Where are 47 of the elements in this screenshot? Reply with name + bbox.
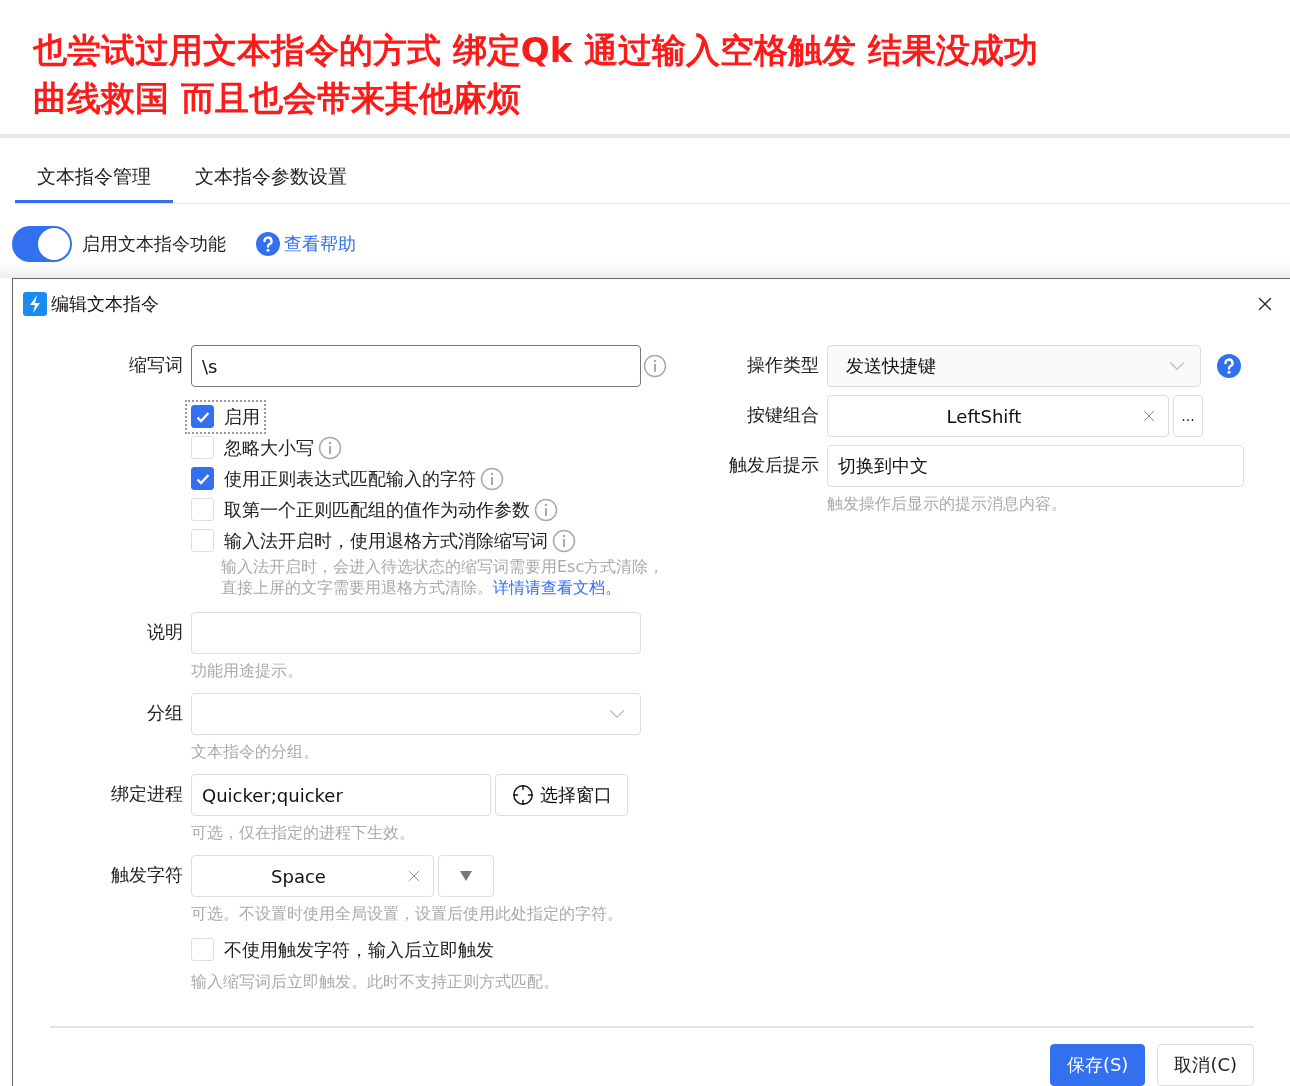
field-label: 操作类型 bbox=[746, 353, 819, 377]
hotkey-field[interactable]: LeftShift bbox=[827, 395, 1169, 437]
field-label: 说明 bbox=[146, 620, 183, 644]
dialog-title: 编辑文本指令 bbox=[51, 292, 159, 316]
description-field[interactable] bbox=[191, 612, 641, 654]
annotation-caption: 也尝试过用文本指令的方式 绑定Qk 通过输入空格触发 结果没成功 曲线救国 而且也会带来其他麻烦 bbox=[0, 0, 1290, 138]
checkbox[interactable]: 取第一个正则匹配组的值作为动作参数 bbox=[187, 494, 534, 525]
toggle-switch[interactable] bbox=[12, 226, 72, 262]
more-button[interactable]: ... bbox=[1173, 395, 1203, 437]
checkbox[interactable]: 使用正则表达式匹配输入的字符 bbox=[187, 463, 480, 494]
field-hint: 输入缩写词后立即触发。此时不支持正则方式匹配。 bbox=[191, 971, 560, 992]
field-label: 缩写词 bbox=[128, 353, 183, 377]
crosshair-icon bbox=[511, 784, 534, 806]
abbreviation-field[interactable]: \s bbox=[191, 345, 641, 387]
options-hint: 输入法开启时，会进入待选状态的缩写词需要用Esc方式清除，直接上屏的文字需要用退格方式清除。详情请查看文档。 bbox=[221, 556, 666, 598]
lightning-logo-icon bbox=[23, 292, 47, 316]
help-icon[interactable] bbox=[1217, 354, 1241, 378]
tab[interactable]: 文本指令参数设置 bbox=[173, 152, 369, 203]
field-hint: 功能用途提示。 bbox=[191, 660, 304, 681]
help-link[interactable]: 查看帮助 bbox=[284, 232, 356, 256]
action-type-dropdown[interactable]: 发送快捷键 bbox=[827, 345, 1201, 387]
field-hint: 可选，仅在指定的进程下生效。 bbox=[191, 822, 416, 843]
cancel-button[interactable]: 取消(C) bbox=[1157, 1044, 1254, 1086]
field-hint: 触发操作后显示的提示消息内容。 bbox=[827, 493, 1068, 514]
tip-field[interactable]: 切换到中文 bbox=[827, 445, 1244, 487]
checkbox[interactable]: 启用 bbox=[187, 401, 264, 432]
field-label: 触发后提示 bbox=[728, 453, 819, 477]
help-icon[interactable] bbox=[256, 232, 280, 256]
triangle-down-icon bbox=[460, 871, 472, 881]
field-label: 分组 bbox=[146, 701, 183, 725]
process-field[interactable]: Quicker;quicker bbox=[191, 774, 491, 816]
dropdown-button[interactable] bbox=[438, 855, 494, 897]
docs-link[interactable]: 详情请查看文档。 bbox=[493, 578, 621, 597]
field-hint: 可选。不设置时使用全局设置，设置后使用此处指定的字符。 bbox=[191, 903, 624, 924]
field-label: 绑定进程 bbox=[110, 782, 183, 806]
checkbox[interactable]: 不使用触发字符，输入后立即触发 bbox=[187, 934, 498, 965]
field-hint: 文本指令的分组。 bbox=[191, 741, 320, 762]
trigger-char-field[interactable]: Space bbox=[191, 855, 434, 897]
field-label: 按键组合 bbox=[746, 403, 819, 427]
save-button[interactable]: 保存(S) bbox=[1049, 1044, 1146, 1086]
tab[interactable]: 文本指令管理 bbox=[15, 152, 173, 203]
field-label: 触发字符 bbox=[110, 863, 183, 887]
info-icon bbox=[643, 354, 667, 378]
checkbox[interactable]: 忽略大小写 bbox=[187, 432, 318, 463]
select-window-button[interactable]: 选择窗口 bbox=[495, 774, 628, 816]
toggle-label: 启用文本指令功能 bbox=[82, 232, 226, 256]
checkbox[interactable]: 输入法开启时，使用退格方式消除缩写词 bbox=[187, 525, 552, 556]
